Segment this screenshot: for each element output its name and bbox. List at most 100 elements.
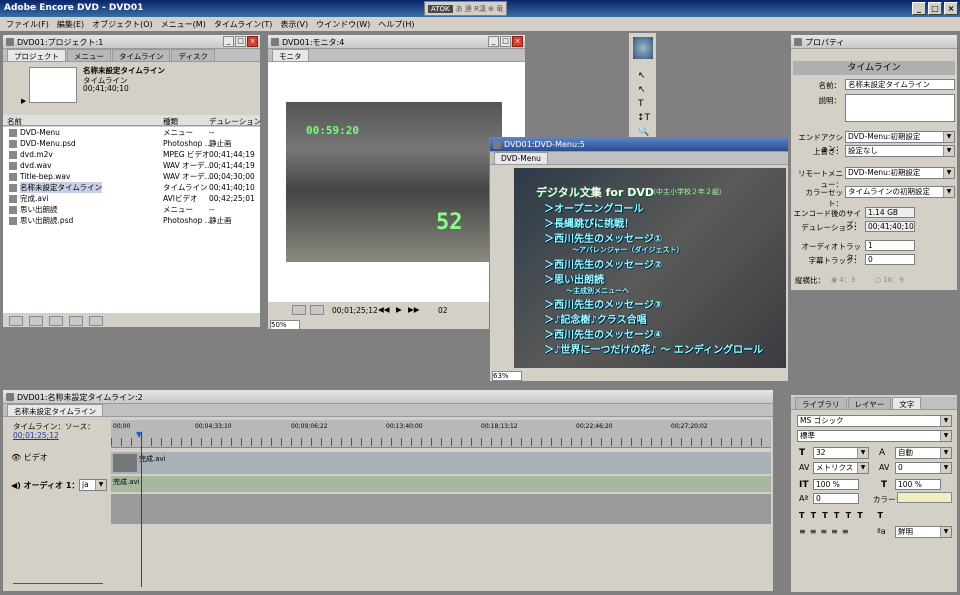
header-type[interactable]: 種類: [163, 116, 178, 127]
tab-layers[interactable]: レイヤー: [847, 397, 892, 409]
menu-item-chorus[interactable]: ＞♪記念樹♪クラス合唱: [544, 311, 647, 326]
menu-help[interactable]: ヘルプ(H): [374, 17, 418, 31]
playhead-icon[interactable]: ▼: [136, 430, 142, 439]
video-track[interactable]: 完成.avi: [111, 452, 771, 474]
menu-timeline[interactable]: タイムライン(T): [210, 17, 277, 31]
menu-object[interactable]: オブジェクト(O): [88, 17, 157, 31]
menu-file[interactable]: ファイル(F): [2, 17, 53, 31]
tab-timeline[interactable]: タイムライン: [112, 49, 171, 61]
tab-monitor[interactable]: モニタ: [272, 49, 309, 61]
text-tool-icon[interactable]: T: [638, 99, 644, 109]
eye-icon[interactable]: 👁: [11, 453, 21, 462]
header-duration[interactable]: デュレーション: [209, 116, 260, 127]
close-icon[interactable]: ×: [512, 36, 523, 47]
list-item[interactable]: 完成.avi AVIビデオ 00;42;25;01: [3, 193, 255, 204]
vertical-text-tool-icon[interactable]: ↕T: [637, 113, 650, 123]
minimize-icon[interactable]: _: [488, 36, 499, 47]
play-icon[interactable]: ▶: [21, 97, 26, 105]
name-field[interactable]: 名称未設定タイムライン: [845, 79, 955, 90]
menu-item-opening[interactable]: ＞オープニングコール: [544, 200, 643, 215]
minimize-icon[interactable]: _: [912, 2, 926, 15]
menu-view[interactable]: 表示(V): [276, 17, 312, 31]
horizontal-scale-field[interactable]: 100 %: [895, 479, 941, 490]
selection-tool-icon[interactable]: ↖: [638, 71, 646, 81]
monitor-zoom[interactable]: 50%: [270, 320, 300, 329]
forward-icon[interactable]: ▶▶: [408, 305, 420, 314]
color-set-select[interactable]: タイムラインの初期設定: [845, 186, 955, 198]
subtitle-track-value[interactable]: 0: [865, 254, 915, 265]
list-item[interactable]: dvd.m2v MPEG ビデオ 00;41;44;19: [3, 149, 255, 160]
direct-select-icon[interactable]: ↖: [638, 85, 646, 95]
menu-zoom[interactable]: 63%: [492, 371, 522, 381]
menu-item-submenu[interactable]: ～主成別メニューへ: [566, 286, 629, 296]
new-timeline-icon[interactable]: [49, 316, 63, 326]
minimize-icon[interactable]: _: [223, 36, 234, 47]
tab-disc[interactable]: ディスク: [171, 49, 215, 61]
tab-timeline-untitled[interactable]: 名称未設定タイムライン: [7, 404, 103, 416]
zoom-tool-icon[interactable]: 🔍: [638, 127, 649, 137]
timeline-timecode[interactable]: 00;01;25;12: [13, 431, 59, 440]
playhead-line[interactable]: [141, 432, 142, 587]
tab-library[interactable]: ライブラリ: [795, 397, 847, 409]
override-select[interactable]: 設定なし: [845, 145, 955, 157]
list-item[interactable]: dvd.wav WAV オーデ... 00;41;44;19: [3, 160, 255, 171]
menu-item-message1[interactable]: ＞西川先生のメッセージ①: [544, 230, 662, 245]
desc-field[interactable]: [845, 94, 955, 122]
audio-track-value[interactable]: 1: [865, 240, 915, 251]
import-icon[interactable]: [69, 316, 83, 326]
audio-track[interactable]: 完成.avi: [111, 476, 771, 492]
timeline-ruler[interactable]: 00;00 00;04;33;10 00;09;06;22 00;13;40;0…: [111, 420, 771, 448]
maximize-icon[interactable]: □: [235, 36, 246, 47]
tracking-select[interactable]: 0: [895, 462, 952, 474]
header-name[interactable]: 名前: [7, 116, 22, 127]
font-select[interactable]: MS ゴシック: [797, 415, 952, 427]
close-icon[interactable]: ×: [944, 2, 958, 15]
aspect-16-9-radio[interactable]: ○ 16：9: [875, 275, 904, 285]
font-size-select[interactable]: 32: [813, 447, 869, 459]
aspect-4-3-radio[interactable]: ◉ 4：3: [831, 275, 855, 285]
baseline-field[interactable]: 0: [813, 493, 859, 504]
menu-item-reading[interactable]: ＞思い出朗読: [544, 271, 604, 286]
paragraph-align-buttons[interactable]: ≡≡≡≡≡: [799, 527, 853, 536]
tab-dvd-menu[interactable]: DVD-Menu: [494, 152, 548, 164]
menu-item-jumprope[interactable]: ＞長縄跳びに挑戦！: [544, 215, 634, 230]
list-item[interactable]: 思い出朗読 メニュー --: [3, 204, 214, 215]
list-item[interactable]: Title-bep.wav WAV オーデ... 00;04;30;00: [3, 171, 255, 182]
menu-item-message3[interactable]: ＞西川先生のメッセージ③: [544, 296, 662, 311]
vertical-scale-field[interactable]: 100 %: [813, 479, 859, 490]
audio-lang-select[interactable]: ja: [79, 479, 107, 491]
list-item[interactable]: 名称未設定タイムライン タイムライン 00;41;40;10: [3, 182, 260, 193]
new-menu-icon[interactable]: [29, 316, 43, 326]
rewind-icon[interactable]: ◀◀: [378, 305, 390, 314]
remote-select[interactable]: DVD-Menu:初期設定: [845, 167, 955, 179]
menu-edit[interactable]: 編集(E): [53, 17, 88, 31]
tab-character[interactable]: 文字: [892, 397, 922, 409]
menu-window[interactable]: ウインドウ(W): [312, 17, 374, 31]
menu-menu[interactable]: メニュー(M): [157, 17, 210, 31]
next-frame-icon[interactable]: [310, 305, 324, 315]
menu-item-message4[interactable]: ＞西川先生のメッセージ④: [544, 326, 662, 341]
new-folder-icon[interactable]: [9, 316, 23, 326]
font-style-select[interactable]: 標準: [797, 430, 952, 442]
menu-item-message2[interactable]: ＞西川先生のメッセージ②: [544, 256, 662, 271]
leading-select[interactable]: 自動: [895, 447, 952, 459]
list-item[interactable]: 思い出朗読.psd Photoshop ... 静止画: [3, 215, 232, 226]
play-icon[interactable]: ▶: [396, 305, 402, 314]
text-style-buttons[interactable]: TTTTTT T: [799, 511, 889, 520]
zoom-slider[interactable]: [13, 578, 103, 584]
trash-icon[interactable]: [89, 316, 103, 326]
tab-project[interactable]: プロジェクト: [7, 49, 66, 61]
list-item[interactable]: DVD-Menu メニュー --: [3, 127, 214, 138]
speaker-icon[interactable]: ◀): [11, 481, 21, 490]
menu-item-abaranger[interactable]: ～アバレンジャー（ダイジェスト）: [572, 245, 683, 255]
maximize-icon[interactable]: □: [928, 2, 942, 15]
tab-menu[interactable]: メニュー: [67, 49, 111, 61]
color-swatch[interactable]: [897, 492, 952, 503]
close-icon[interactable]: ×: [247, 36, 258, 47]
list-item[interactable]: DVD-Menu.psd Photoshop ... 静止画: [3, 138, 232, 149]
prev-frame-icon[interactable]: [292, 305, 306, 315]
ime-toolbar[interactable]: ATOK あ 連 R漢 ⊕ 竜: [424, 1, 508, 16]
antialias-select[interactable]: 鮮明: [895, 526, 952, 538]
maximize-icon[interactable]: □: [500, 36, 511, 47]
kerning-select[interactable]: メトリクス: [813, 462, 869, 474]
